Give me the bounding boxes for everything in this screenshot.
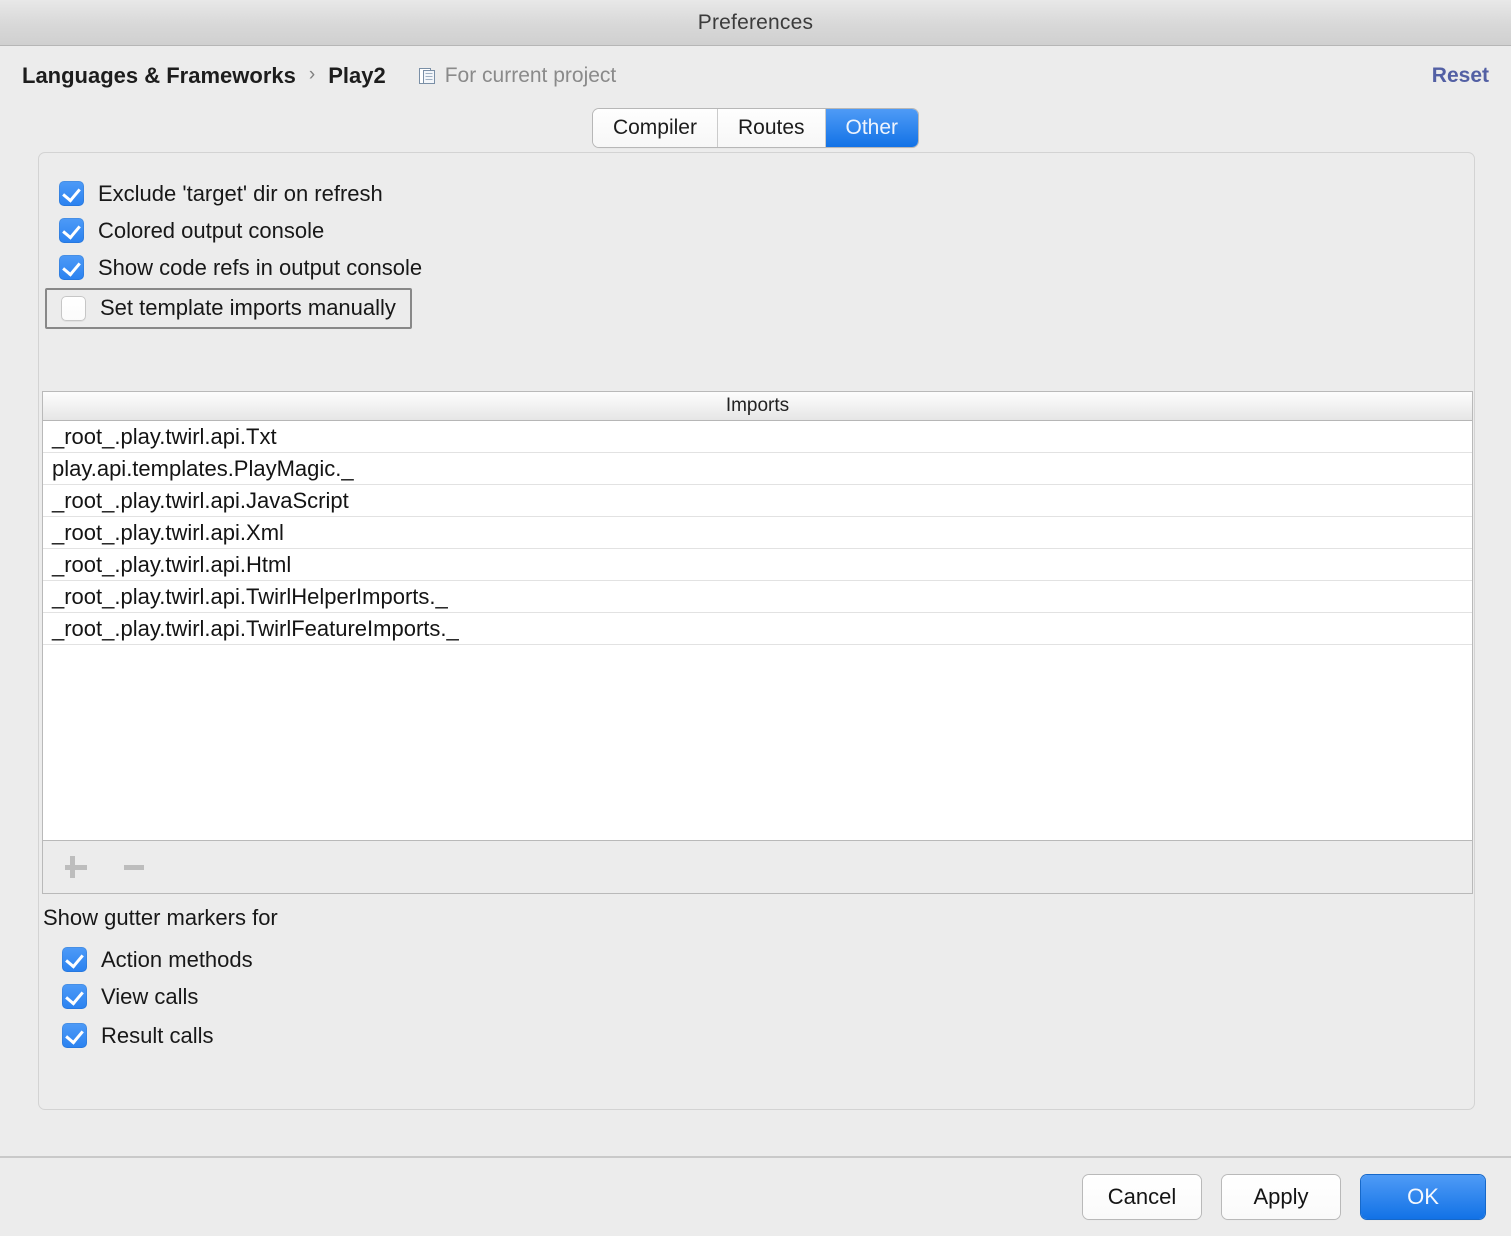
preferences-header: Languages & Frameworks › Play2 For curre… <box>0 46 1511 105</box>
imports-column-header[interactable]: Imports <box>43 392 1472 421</box>
tab-strip: Compiler Routes Other <box>0 105 1511 153</box>
segmented-tabs: Compiler Routes Other <box>592 109 919 147</box>
window-titlebar: Preferences <box>0 0 1511 46</box>
imports-toolbar <box>42 841 1473 894</box>
checkbox-show-code-refs[interactable] <box>59 255 84 280</box>
cancel-button[interactable]: Cancel <box>1083 1175 1201 1219</box>
imports-table: Imports _root_.play.twirl.api.Txt play.a… <box>42 391 1473 841</box>
option-row-set-template-imports[interactable]: Set template imports manually <box>39 286 1474 330</box>
table-row[interactable]: _root_.play.twirl.api.TwirlFeatureImport… <box>43 613 1472 645</box>
checkbox-result-calls[interactable] <box>62 1023 87 1048</box>
dialog-footer: Cancel Apply OK <box>0 1158 1511 1236</box>
scope-label: For current project <box>444 63 617 87</box>
gutter-row-view-calls[interactable]: View calls <box>42 978 1473 1015</box>
tab-other[interactable]: Other <box>825 109 919 147</box>
imports-column-header-label: Imports <box>725 395 790 416</box>
gutter-row-result-calls[interactable]: Result calls <box>42 1015 1473 1056</box>
table-row[interactable]: _root_.play.twirl.api.Txt <box>43 421 1472 453</box>
option-label-set-template-imports: Set template imports manually <box>100 295 396 320</box>
window-title: Preferences <box>697 10 814 34</box>
plus-icon[interactable] <box>61 852 91 882</box>
settings-panel: Exclude 'target' dir on refresh Colored … <box>38 152 1475 1110</box>
module-icon <box>418 67 436 85</box>
option-row-colored-output[interactable]: Colored output console <box>39 212 1474 249</box>
ok-button[interactable]: OK <box>1361 1175 1485 1219</box>
option-row-exclude-target[interactable]: Exclude 'target' dir on refresh <box>39 175 1474 212</box>
gutter-row-action-methods[interactable]: Action methods <box>42 941 1473 978</box>
reset-link[interactable]: Reset <box>1432 64 1489 88</box>
option-row-show-code-refs[interactable]: Show code refs in output console <box>39 249 1474 286</box>
gutter-markers-title: Show gutter markers for <box>43 905 278 930</box>
scope-indicator: For current project <box>418 63 617 88</box>
table-row[interactable]: play.api.templates.PlayMagic._ <box>43 453 1472 485</box>
checkbox-colored-output-console[interactable] <box>59 218 84 243</box>
breadcrumb-separator-icon: › <box>308 63 316 85</box>
checkbox-set-template-imports-manually[interactable] <box>61 295 86 321</box>
focus-ring: Set template imports manually <box>45 287 412 329</box>
gutter-label-view-calls: View calls <box>101 983 199 1009</box>
tab-routes[interactable]: Routes <box>717 109 826 147</box>
option-label-exclude-target: Exclude 'target' dir on refresh <box>98 180 383 206</box>
apply-button[interactable]: Apply <box>1222 1175 1340 1219</box>
table-row[interactable]: _root_.play.twirl.api.JavaScript <box>43 485 1472 517</box>
breadcrumb-item-play2: Play2 <box>328 62 386 88</box>
imports-list[interactable]: _root_.play.twirl.api.Txt play.api.templ… <box>43 421 1472 840</box>
table-row[interactable]: _root_.play.twirl.api.TwirlHelperImports… <box>43 581 1472 613</box>
option-label-show-code-refs: Show code refs in output console <box>98 254 423 280</box>
checkbox-exclude-target[interactable] <box>59 181 84 206</box>
option-label-colored-output: Colored output console <box>98 217 325 243</box>
checkbox-view-calls[interactable] <box>62 984 87 1009</box>
checkbox-action-methods[interactable] <box>62 947 87 972</box>
gutter-label-result-calls: Result calls <box>101 1022 214 1048</box>
breadcrumb-item-languages-frameworks[interactable]: Languages & Frameworks <box>22 63 296 89</box>
gutter-markers-section: Show gutter markers for Action methods V… <box>42 905 1473 1056</box>
table-row[interactable]: _root_.play.twirl.api.Xml <box>43 517 1472 549</box>
table-row[interactable]: _root_.play.twirl.api.Html <box>43 549 1472 581</box>
minus-icon[interactable] <box>119 852 149 882</box>
tab-compiler[interactable]: Compiler <box>592 109 718 147</box>
imports-section: Imports _root_.play.twirl.api.Txt play.a… <box>42 391 1473 894</box>
gutter-label-action-methods: Action methods <box>101 946 253 972</box>
